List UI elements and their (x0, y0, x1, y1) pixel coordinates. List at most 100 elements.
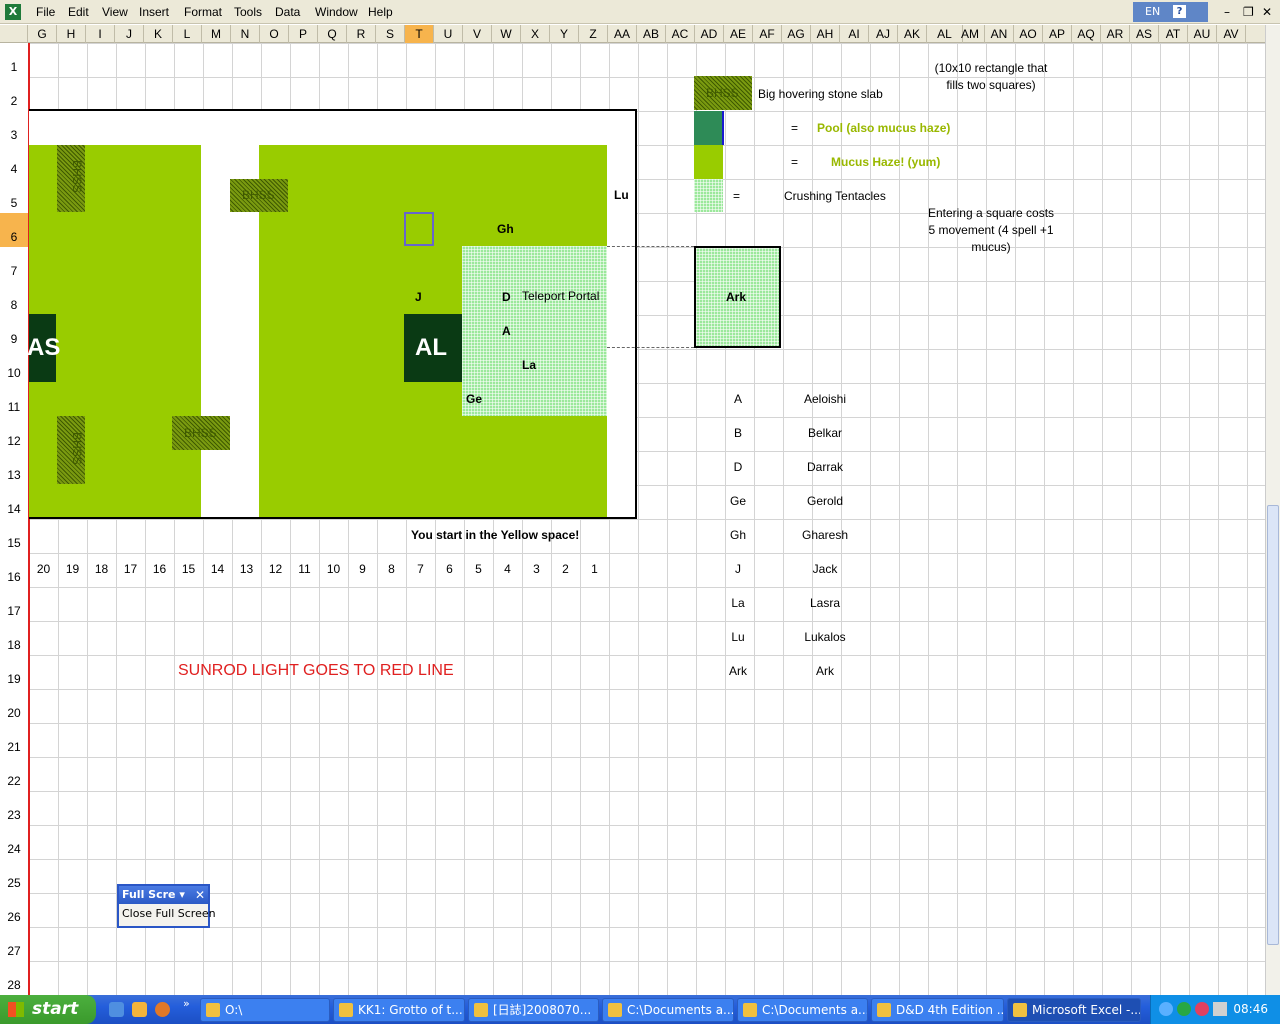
row-header[interactable]: 10 (0, 349, 28, 383)
column-header[interactable]: O (260, 25, 289, 43)
start-button[interactable]: start (0, 995, 96, 1024)
menu-tools[interactable]: Tools (234, 5, 262, 19)
row-header[interactable]: 15 (0, 519, 28, 553)
taskbar-button[interactable]: C:\Documents a... (737, 998, 868, 1022)
row-header[interactable]: 13 (0, 451, 28, 485)
close-icon[interactable]: ✕ (1262, 5, 1272, 19)
column-header[interactable]: AH (811, 25, 840, 43)
taskbar-button[interactable]: [日誌]2008070... (468, 998, 599, 1022)
row-header[interactable]: 4 (0, 145, 28, 179)
row-header[interactable]: 23 (0, 791, 28, 825)
menu-format[interactable]: Format (184, 5, 222, 19)
taskbar-button[interactable]: D&D 4th Edition ... (871, 998, 1004, 1022)
column-header[interactable]: I (86, 25, 115, 43)
column-header[interactable]: N (231, 25, 260, 43)
column-header[interactable]: AP (1043, 25, 1072, 43)
row-header[interactable]: 11 (0, 383, 28, 417)
row-header[interactable]: 24 (0, 825, 28, 859)
language-bar[interactable]: EN ? (1133, 2, 1208, 22)
row-header[interactable]: 20 (0, 689, 28, 723)
column-header[interactable]: AB (637, 25, 666, 43)
row-header[interactable]: 17 (0, 587, 28, 621)
row-header[interactable]: 1 (0, 43, 28, 77)
column-header[interactable]: U (434, 25, 463, 43)
column-header[interactable]: AM (956, 25, 985, 43)
column-header[interactable]: AD (695, 25, 724, 43)
column-header[interactable]: X (521, 25, 550, 43)
selected-cell[interactable] (404, 212, 434, 246)
taskbar-button[interactable]: O:\ (200, 998, 330, 1022)
menu-file[interactable]: File (36, 5, 55, 19)
taskbar-button[interactable]: Microsoft Excel -... (1007, 998, 1141, 1022)
row-header[interactable]: 9 (0, 315, 28, 349)
menu-insert[interactable]: Insert (139, 5, 169, 19)
row-header[interactable]: 7 (0, 247, 28, 281)
column-header[interactable]: T (405, 25, 434, 43)
row-header[interactable]: 28 (0, 961, 28, 995)
column-header[interactable]: AO (1014, 25, 1043, 43)
menu-help[interactable]: Help (368, 5, 393, 19)
column-header[interactable]: AN (985, 25, 1014, 43)
tray-icon-4[interactable] (1213, 1002, 1227, 1016)
row-header[interactable]: 22 (0, 757, 28, 791)
toolbar-close-icon[interactable]: ✕ (195, 888, 205, 902)
excel-app-icon[interactable]: X (5, 4, 21, 20)
column-header[interactable]: V (463, 25, 492, 43)
vertical-scrollbar[interactable] (1265, 25, 1280, 995)
column-header[interactable]: AF (753, 25, 782, 43)
row-header[interactable]: 6 (0, 213, 28, 247)
full-screen-toolbar[interactable]: Full Scre ▾ ✕ Close Full Screen (117, 884, 216, 928)
column-header[interactable]: AR (1101, 25, 1130, 43)
tray-icon-1[interactable] (1159, 1002, 1173, 1016)
column-header[interactable]: AT (1159, 25, 1188, 43)
column-header[interactable]: J (115, 25, 144, 43)
column-header[interactable]: Y (550, 25, 579, 43)
column-header[interactable]: K (144, 25, 173, 43)
firefox-icon[interactable] (155, 1002, 170, 1017)
column-header[interactable]: AA (608, 25, 637, 43)
taskbar-button[interactable]: KK1: Grotto of t... (333, 998, 465, 1022)
row-header[interactable]: 27 (0, 927, 28, 961)
column-header[interactable]: M (202, 25, 231, 43)
row-header[interactable]: 3 (0, 111, 28, 145)
close-full-screen-button[interactable]: Close Full Screen (119, 904, 216, 923)
column-header[interactable]: AI (840, 25, 869, 43)
tray-icon-2[interactable] (1177, 1002, 1191, 1016)
menu-data[interactable]: Data (275, 5, 300, 19)
menu-edit[interactable]: Edit (68, 5, 89, 19)
column-header[interactable]: AE (724, 25, 753, 43)
row-header[interactable]: 12 (0, 417, 28, 451)
column-header[interactable]: Q (318, 25, 347, 43)
row-header[interactable]: 25 (0, 859, 28, 893)
tray-icon-3[interactable] (1195, 1002, 1209, 1016)
column-header[interactable]: AV (1217, 25, 1246, 43)
quicklaunch-icon[interactable] (132, 1002, 147, 1017)
column-header[interactable]: AC (666, 25, 695, 43)
column-header[interactable]: AS (1130, 25, 1159, 43)
column-header[interactable]: Z (579, 25, 608, 43)
column-header[interactable]: AG (782, 25, 811, 43)
column-header[interactable]: AJ (869, 25, 898, 43)
column-header[interactable]: S (376, 25, 405, 43)
quicklaunch-more[interactable]: » (183, 997, 190, 1010)
row-header[interactable]: 26 (0, 893, 28, 927)
minimize-icon[interactable]: – (1224, 5, 1230, 19)
row-header[interactable]: 14 (0, 485, 28, 519)
menu-view[interactable]: View (102, 5, 128, 19)
column-header[interactable]: R (347, 25, 376, 43)
column-header[interactable]: H (57, 25, 86, 43)
column-header[interactable]: AU (1188, 25, 1217, 43)
menu-window[interactable]: Window (315, 5, 358, 19)
row-header[interactable]: 19 (0, 655, 28, 689)
ie-icon[interactable] (109, 1002, 124, 1017)
row-header[interactable]: 18 (0, 621, 28, 655)
row-header[interactable]: 5 (0, 179, 28, 213)
column-header[interactable]: W (492, 25, 521, 43)
column-header[interactable]: G (28, 25, 57, 43)
column-header[interactable]: AK (898, 25, 927, 43)
scrollbar-thumb[interactable] (1267, 505, 1279, 945)
column-header[interactable]: AQ (1072, 25, 1101, 43)
row-header[interactable]: 8 (0, 281, 28, 315)
column-header[interactable]: P (289, 25, 318, 43)
column-header[interactable]: L (173, 25, 202, 43)
